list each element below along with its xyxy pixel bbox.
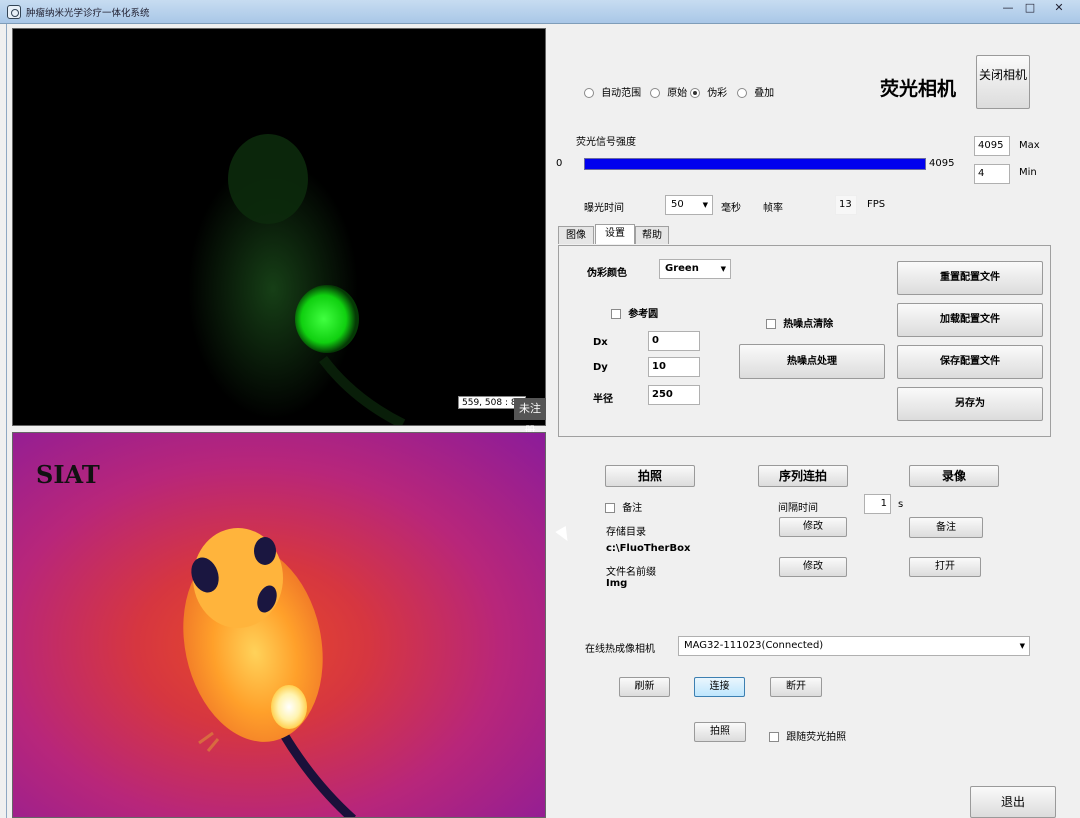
prefix-label: 文件名前缀: [606, 567, 656, 578]
interval-unit: s: [898, 499, 904, 510]
radio-overlay[interactable]: 叠加: [737, 84, 774, 99]
radio-button-selected[interactable]: [690, 88, 700, 98]
close-camera-button[interactable]: 关闭相机: [976, 55, 1030, 109]
disconnect-button[interactable]: 断开: [770, 677, 822, 697]
fluorescence-mouse-image: [188, 134, 406, 425]
record-button[interactable]: 录像: [909, 465, 999, 487]
checkbox[interactable]: [605, 503, 615, 513]
window-title: 肿瘤纳米光学诊疗一体化系统: [26, 8, 150, 19]
exposure-select[interactable]: 50 ▼: [665, 195, 713, 215]
radio-pseudo-color[interactable]: 伪彩: [690, 84, 727, 99]
follow-fluorescence-checkbox[interactable]: 跟随荧光拍照: [769, 728, 846, 743]
app-icon: [7, 5, 21, 19]
prefix-modify-button[interactable]: 修改: [779, 557, 847, 577]
overlay-tag: 未注册: [514, 398, 546, 437]
note-checkbox[interactable]: 备注: [605, 499, 642, 514]
pseudo-color-select[interactable]: Green ▼: [659, 259, 731, 279]
radius-label: 半径: [593, 394, 613, 405]
radio-button[interactable]: [650, 88, 660, 98]
framerate-value: 13: [835, 195, 857, 215]
dx-input[interactable]: 0: [648, 331, 700, 351]
connect-button[interactable]: 连接: [694, 677, 745, 697]
framerate-unit: FPS: [867, 199, 886, 210]
interval-label: 间隔时间: [778, 503, 818, 514]
signal-label: 荧光信号强度: [576, 137, 636, 148]
thermal-mouse-image: [183, 528, 357, 817]
save-as-button[interactable]: 另存为: [897, 387, 1043, 421]
storage-path: c:\FluoTherBox: [606, 543, 691, 554]
tab-image[interactable]: 图像: [558, 226, 594, 244]
radio-auto-range[interactable]: 自动范围: [584, 84, 641, 99]
radio-button[interactable]: [737, 88, 747, 98]
save-config-button[interactable]: 保存配置文件: [897, 345, 1043, 379]
framerate-label: 帧率: [763, 203, 783, 214]
prefix-value: Img: [606, 578, 628, 589]
close-icon[interactable]: ✕: [1040, 1, 1078, 17]
thermal-photo-button[interactable]: 拍照: [694, 722, 746, 742]
signal-progress-bar: [584, 158, 926, 170]
max-label: Max: [1019, 140, 1040, 151]
thermal-camera-select[interactable]: MAG32-111023(Connected) ▼: [678, 636, 1030, 656]
dy-input[interactable]: 10: [648, 357, 700, 377]
open-folder-button[interactable]: 打开: [909, 557, 981, 577]
radius-input[interactable]: 250: [648, 385, 700, 405]
exposure-label: 曝光时间: [584, 203, 624, 214]
exposure-unit: 毫秒: [721, 203, 741, 214]
signal-bar-value: 4095: [929, 158, 955, 169]
reset-config-button[interactable]: 重置配置文件: [897, 261, 1043, 295]
thermal-camera-label: 在线热成像相机: [585, 644, 655, 655]
interval-input[interactable]: 1: [864, 494, 891, 514]
chevron-down-icon: ▼: [720, 265, 726, 273]
min-label: Min: [1019, 167, 1037, 178]
checkbox[interactable]: [766, 319, 776, 329]
reference-circle-checkbox[interactable]: 参考圆: [611, 305, 658, 320]
storage-label: 存储目录: [606, 527, 646, 538]
camera-title: 荧光相机: [880, 78, 957, 100]
chevron-down-icon: ▼: [1019, 642, 1025, 650]
note-button[interactable]: 备注: [909, 517, 983, 538]
hot-pixel-clear-checkbox[interactable]: 热噪点清除: [766, 315, 833, 330]
pseudo-color-label: 伪彩颜色: [587, 268, 627, 279]
photo-button[interactable]: 拍照: [605, 465, 695, 487]
dy-label: Dy: [593, 362, 608, 373]
chevron-down-icon: ▼: [702, 201, 708, 209]
thermal-image[interactable]: [12, 432, 546, 818]
fluorescence-image[interactable]: [12, 28, 546, 426]
hot-pixel-process-button[interactable]: 热噪点处理: [739, 344, 885, 379]
refresh-button[interactable]: 刷新: [619, 677, 670, 697]
checkbox[interactable]: [611, 309, 621, 319]
tab-settings[interactable]: 设置: [595, 224, 635, 244]
exit-button[interactable]: 退出: [970, 786, 1056, 818]
checkbox[interactable]: [769, 732, 779, 742]
storage-modify-button[interactable]: 修改: [779, 517, 847, 537]
dx-label: Dx: [593, 337, 608, 348]
signal-min-value: 0: [556, 158, 563, 169]
burst-capture-button[interactable]: 序列连拍: [758, 465, 848, 487]
max-input[interactable]: 4095: [974, 136, 1010, 156]
radio-raw[interactable]: 原始: [650, 84, 687, 99]
min-input[interactable]: 4: [974, 164, 1010, 184]
siat-watermark: SIAT: [36, 460, 100, 489]
title-bar: 肿瘤纳米光学诊疗一体化系统 — □ ✕: [0, 0, 1080, 24]
radio-button[interactable]: [584, 88, 594, 98]
tab-help[interactable]: 帮助: [635, 226, 669, 244]
load-config-button[interactable]: 加载配置文件: [897, 303, 1043, 337]
